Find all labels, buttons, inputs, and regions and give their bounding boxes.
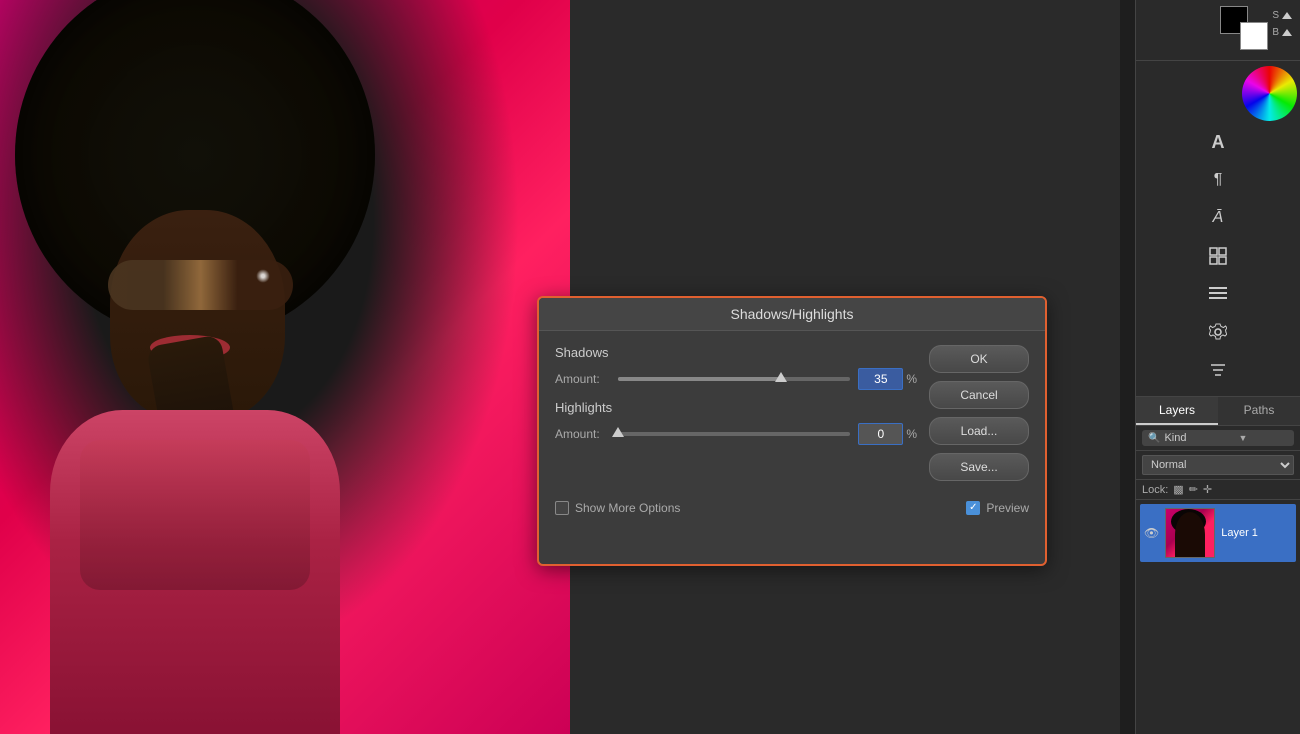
show-more-options-group: Show More Options — [555, 501, 680, 515]
shadows-slider[interactable] — [618, 377, 850, 381]
b-indicator: B — [1272, 27, 1292, 38]
highlights-amount-row: Amount: % — [555, 423, 917, 445]
list-icon[interactable] — [1203, 279, 1233, 309]
alt-text-icon[interactable]: Ā — [1203, 203, 1233, 233]
layer-thumb-inner — [1166, 509, 1214, 557]
lock-label: Lock: — [1142, 484, 1168, 496]
highlights-section-label: Highlights — [555, 400, 917, 415]
right-sidebar: S B A ¶ Ā — [1135, 0, 1300, 734]
dialog-title-text: Shadows/Highlights — [731, 306, 854, 322]
blend-mode-select[interactable]: Normal Multiply Screen — [1142, 455, 1294, 475]
tab-paths[interactable]: Paths — [1218, 397, 1300, 425]
kind-input[interactable] — [1164, 432, 1234, 444]
grid-icon[interactable] — [1203, 241, 1233, 271]
filter-icon[interactable] — [1203, 355, 1233, 385]
layers-panel: Layers Paths 🔍 ▼ Normal Multiply — [1136, 397, 1300, 734]
shadows-highlights-dialog: Shadows/Highlights Shadows Amount: — [537, 296, 1047, 566]
lock-brush-icon[interactable]: ✏ — [1189, 483, 1198, 496]
show-more-options-label: Show More Options — [575, 501, 680, 515]
shadows-value-input[interactable] — [858, 368, 903, 390]
settings-icon[interactable] — [1203, 317, 1233, 347]
paragraph-icon[interactable]: ¶ — [1203, 165, 1233, 195]
chevron-down-icon: ▼ — [1238, 433, 1247, 443]
s-indicator: S — [1272, 10, 1292, 21]
layer-thumbnail — [1165, 508, 1215, 558]
layer-thumb-person — [1175, 512, 1205, 557]
dialog-title: Shadows/Highlights — [539, 298, 1045, 331]
clothing-detail — [80, 440, 310, 590]
preview-label: Preview — [986, 501, 1029, 515]
tab-layers[interactable]: Layers — [1136, 397, 1218, 425]
shadows-amount-label: Amount: — [555, 372, 610, 386]
layer-kind-search[interactable]: 🔍 ▼ — [1142, 430, 1294, 446]
layers-toolbar: 🔍 ▼ — [1136, 426, 1300, 451]
shadows-amount-row: Amount: % — [555, 368, 917, 390]
b-triangle — [1282, 29, 1292, 36]
lock-move-icon[interactable]: ✛ — [1203, 483, 1212, 496]
photo-background — [0, 0, 570, 734]
shadows-pct: % — [906, 372, 917, 386]
show-more-options-checkbox[interactable] — [555, 501, 569, 515]
shadows-slider-fill — [618, 377, 781, 381]
highlights-slider-thumb[interactable] — [612, 427, 624, 437]
cancel-button[interactable]: Cancel — [929, 381, 1029, 409]
blend-mode-row: Normal Multiply Screen — [1136, 451, 1300, 480]
save-button[interactable]: Save... — [929, 453, 1029, 481]
canvas-area: Shadows/Highlights Shadows Amount: — [0, 0, 1135, 734]
shadows-section-label: Shadows — [555, 345, 917, 360]
background-swatch[interactable] — [1240, 22, 1268, 50]
color-wheel[interactable] — [1242, 66, 1297, 121]
ok-button[interactable]: OK — [929, 345, 1029, 373]
load-button[interactable]: Load... — [929, 417, 1029, 445]
layer-thumbnail-area: 👁 Layer 1 — [1136, 500, 1300, 734]
lock-checkered-icon[interactable]: ▩ — [1173, 483, 1183, 496]
highlights-slider[interactable] — [618, 432, 850, 436]
dialog-footer: Show More Options Preview — [539, 495, 1045, 525]
layer-name-label: Layer 1 — [1221, 527, 1258, 539]
preview-group: Preview — [966, 501, 1029, 515]
highlights-pct: % — [906, 427, 917, 441]
text-tool-icon[interactable]: A — [1203, 127, 1233, 157]
sunglasses-shape — [108, 260, 293, 310]
s-triangle — [1282, 12, 1292, 19]
lock-row: Lock: ▩ ✏ ✛ — [1136, 480, 1300, 500]
preview-checkbox[interactable] — [966, 501, 980, 515]
dialog-buttons: OK Cancel Load... Save... — [929, 345, 1029, 481]
layer-item[interactable]: 👁 Layer 1 — [1140, 504, 1296, 562]
layers-tabs: Layers Paths — [1136, 397, 1300, 426]
shadows-slider-thumb[interactable] — [775, 372, 787, 382]
search-icon: 🔍 — [1148, 433, 1160, 444]
highlights-value-input[interactable] — [858, 423, 903, 445]
highlights-amount-label: Amount: — [555, 427, 610, 441]
layer-visibility-icon[interactable]: 👁 — [1144, 526, 1159, 540]
